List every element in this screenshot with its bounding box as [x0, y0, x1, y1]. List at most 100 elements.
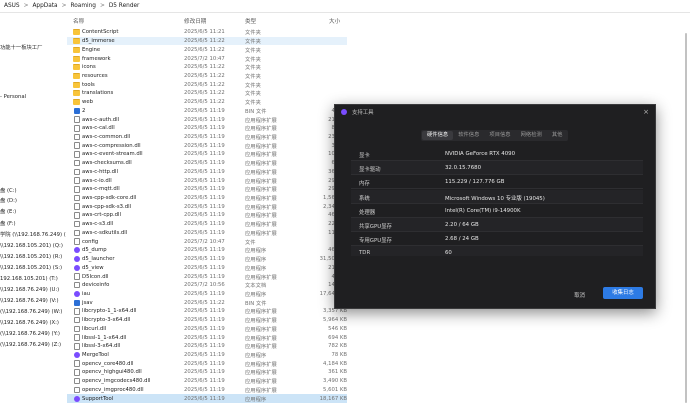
file-date: 2025/7/2 10:47: [184, 238, 225, 245]
file-row[interactable]: libcrypto-1_1-x64.dll 2025/6/5 11:19 应用程序扩…: [67, 307, 347, 316]
file-row[interactable]: D5Icon.dll2025/6/5 11:19应用程序扩展46 KB: [67, 272, 347, 281]
file-icon: [74, 159, 80, 167]
nav-item[interactable]: 盘 (E:): [0, 208, 66, 217]
nav-item[interactable]: 学院 (\\192.168.76.249) (P: [0, 231, 66, 240]
nav-item[interactable]: 盘 (D:): [0, 197, 66, 206]
tab-3[interactable]: 网络检测: [516, 131, 547, 140]
file-type: 应用程序扩展: [245, 213, 277, 220]
file-name: d5_launcher: [82, 256, 115, 263]
info-key: 显卡: [359, 153, 370, 159]
cancel-button[interactable]: 取消: [574, 291, 585, 299]
nav-item[interactable]: 盘 (F:): [0, 220, 66, 229]
file-row[interactable]: d5_immerse 2025/6/5 11:22 文件夹: [67, 36, 347, 46]
breadcrumb-item[interactable]: ASUS: [4, 3, 20, 9]
file-name: 2: [82, 107, 86, 114]
file-type: 应用程序: [245, 291, 267, 298]
info-key: 内存: [359, 181, 370, 188]
file-row[interactable]: aws-cpp-sdk-s3.dll 2025/6/5 11:19 应用程序扩展 2,…: [67, 202, 347, 211]
column-type-header[interactable]: 类型: [245, 17, 256, 25]
scrollbar[interactable]: [684, 28, 688, 408]
file-row[interactable]: Engine 2025/6/5 11:22 文件夹: [67, 45, 347, 54]
file-row[interactable]: aws-c-mqtt.dll2025/6/5 11:19应用程序扩展291 KB: [67, 185, 347, 194]
file-row[interactable]: config2025/7/2 10:47文件1 KB: [67, 237, 347, 246]
file-row[interactable]: aws-c-sdkutils.dll2025/6/5 11:19应用程序扩展11…: [67, 229, 347, 238]
file-row[interactable]: aws-c-s3.dll2025/6/5 11:19应用程序扩展225 KB: [67, 220, 347, 229]
file-row[interactable]: opencv_core480.dll 2025/6/5 11:19 应用程序扩展 4,…: [67, 359, 347, 368]
column-name-header[interactable]: 名称: [73, 17, 84, 25]
info-value: Intel(R) Core(TM) i9-14900K: [445, 207, 521, 214]
file-row[interactable]: aws-c-http.dll2025/6/5 11:19应用程序扩展364 KB: [67, 168, 347, 177]
collect-logs-button[interactable]: 收集日志: [603, 287, 643, 299]
tab-4[interactable]: 其他: [547, 131, 568, 140]
info-row: 处理器 Intel(R) Core(TM) i9-14900K: [351, 204, 643, 218]
file-row[interactable]: aws-c-compression.dll 2025/6/5 11:19 应用程序扩…: [67, 141, 347, 150]
tab-1[interactable]: 软件信息: [453, 131, 484, 140]
file-row[interactable]: aws-c-event-stream.dll 2025/6/5 11:19 应用程序…: [67, 150, 347, 159]
file-row[interactable]: ContentScript 2025/6/5 11:21 文件夹: [67, 28, 347, 37]
nav-item[interactable]: 192.168.105.201) (T:): [0, 275, 66, 284]
nav-item[interactable]: \\192.168.105.201) (S:): [0, 264, 66, 273]
nav-item[interactable]: 功能十一板块工厂: [0, 44, 66, 53]
nav-item[interactable]: (\\192.168.76.249) (W:): [0, 308, 66, 317]
file-row[interactable]: icons 2025/6/5 11:22 文件夹: [67, 63, 347, 72]
file-row[interactable]: libssl-1_1-x64.dll 2025/6/5 11:19 应用程序扩展 69…: [67, 333, 347, 342]
nav-item[interactable]: \\192.168.76.249) (U:): [0, 286, 66, 295]
column-size-header[interactable]: 大小: [329, 17, 340, 25]
file-row[interactable]: aws-c-auth.dll2025/6/5 11:19应用程序扩展215 KB: [67, 115, 347, 124]
column-date-header[interactable]: 修改日期: [184, 17, 206, 25]
info-row: TDR 60: [351, 246, 643, 256]
folder-icon: [73, 72, 80, 79]
file-icon: [74, 177, 80, 184]
file-row[interactable]: aws-c-cal.dll2025/6/5 11:19应用程序扩展80 KB: [67, 124, 347, 133]
file-row[interactable]: 22025/6/5 11:19BIN 文件45 KB: [67, 106, 347, 115]
navigation-pane: 功能十一板块工厂 - Personal 盘 (C:) 盘 (D:) 盘 (E:) 盘 (F…: [0, 13, 66, 414]
file-row[interactable]: opencv_highgui480.dll 2025/6/5 11:19 应用程序扩…: [67, 368, 347, 377]
file-row[interactable]: iau2025/6/5 11:19应用程序17,646 KB: [67, 290, 347, 299]
file-type: 应用程序扩展: [245, 309, 277, 316]
nav-item[interactable]: \\192.168.105.201) (R:): [0, 253, 66, 262]
nav-item[interactable]: \\192.168.76.249) (V:): [0, 297, 66, 306]
nav-item[interactable]: (\\192.168.76.249) (Z:): [0, 341, 66, 350]
breadcrumb-item[interactable]: D5 Render: [109, 3, 140, 9]
breadcrumb-item[interactable]: AppData: [32, 3, 57, 9]
file-row[interactable]: libcrypto-3-x64.dll 2025/6/5 11:19 应用程序扩展 5…: [67, 316, 347, 325]
breadcrumb-item[interactable]: Roaming: [70, 3, 95, 9]
nav-item[interactable]: [0, 13, 66, 22]
file-row[interactable]: opencv_imgcodecs480.dll 2025/6/5 11:19 应用程…: [67, 377, 347, 386]
file-row[interactable]: aws-c-common.dll2025/6/5 11:19应用程序扩展235 …: [67, 133, 347, 142]
file-row[interactable]: web 2025/6/5 11:22 文件夹: [67, 98, 347, 107]
file-row[interactable]: aws-checksums.dll2025/6/5 11:19应用程序扩展68 …: [67, 159, 347, 168]
file-date: 2025/6/5 11:21: [184, 29, 225, 36]
file-row[interactable]: d5_dump2025/6/5 11:19应用程序469 KB: [67, 246, 347, 255]
dialog-title: 支持工具: [352, 110, 374, 116]
nav-item[interactable]: 盘 (C:): [0, 187, 66, 196]
close-icon[interactable]: ×: [642, 108, 650, 116]
nav-item[interactable]: \\192.168.105.201) (Q:): [0, 242, 66, 251]
file-row[interactable]: libssl-3-x64.dll 2025/6/5 11:19 应用程序扩展 782 …: [67, 342, 347, 351]
nav-item[interactable]: (\\192.168.76.249) (Y:): [0, 330, 66, 339]
file-date: 2025/6/5 11:19: [184, 133, 225, 140]
file-row[interactable]: SupportTool 2025/6/5 11:19 应用程序 18,167 KB: [67, 394, 347, 403]
file-row[interactable]: framework 2025/7/2 10:47 文件夹: [67, 54, 347, 63]
file-row[interactable]: d5_launcher2025/6/5 11:19应用程序31,507 KB: [67, 255, 347, 264]
file-row[interactable]: tools 2025/6/5 11:22 文件夹: [67, 80, 347, 89]
file-row[interactable]: libcurl.dll 2025/6/5 11:19 应用程序扩展 546 KB: [67, 324, 347, 333]
tab-2[interactable]: 项目信息: [484, 131, 515, 140]
nav-item[interactable]: - Personal: [0, 93, 66, 102]
file-date: 2025/6/5 11:19: [184, 142, 225, 149]
file-row[interactable]: aws-crt-cpp.dll2025/6/5 11:19应用程序扩展463 K…: [67, 211, 347, 220]
file-row[interactable]: aws-cpp-sdk-core.dll 2025/6/5 11:19 应用程序扩展…: [67, 194, 347, 203]
file-type: 应用程序扩展: [245, 361, 277, 368]
file-row[interactable]: opencv_imgproc480.dll 2025/6/5 11:19 应用程序扩…: [67, 386, 347, 395]
file-row[interactable]: MergeTool 2025/6/5 11:19 应用程序 78 KB: [67, 351, 347, 360]
tab-0[interactable]: 硬件信息: [422, 131, 454, 140]
scrollbar-thumb[interactable]: [685, 33, 687, 403]
file-row[interactable]: jsav2025/6/5 11:22BIN 文件1 KB: [67, 298, 347, 307]
file-row[interactable]: translations 2025/6/5 11:22 文件夹: [67, 89, 347, 98]
file-row[interactable]: deviceinfo2025/7/2 10:56文本文档148 KB: [67, 281, 347, 290]
file-row[interactable]: aws-c-io.dll2025/6/5 11:19应用程序扩展295 KB: [67, 176, 347, 185]
nav-item[interactable]: \\192.168.76.249) (X:): [0, 319, 66, 328]
file-name: aws-c-io.dll: [82, 177, 112, 184]
file-row[interactable]: d5_view2025/6/5 11:19应用程序216 KB: [67, 263, 347, 272]
file-row[interactable]: resources 2025/6/5 11:22 文件夹: [67, 72, 347, 81]
